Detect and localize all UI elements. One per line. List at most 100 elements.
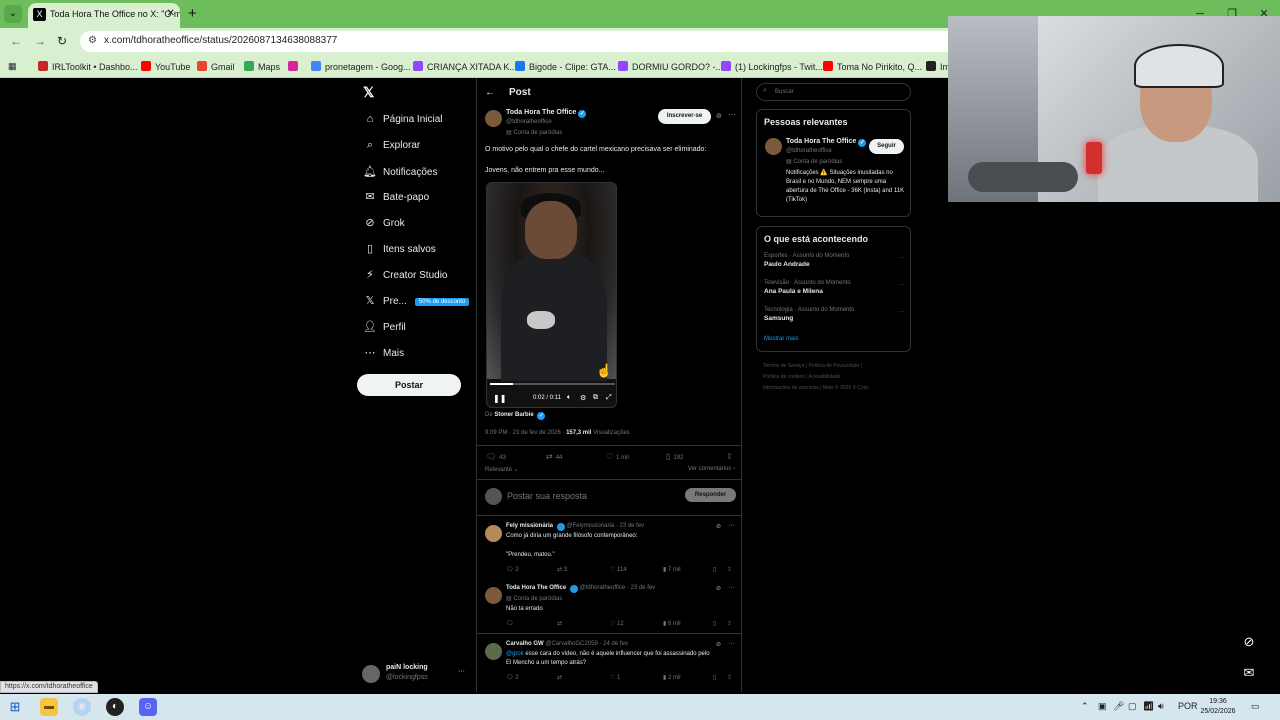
share-icon[interactable]: ⇪ bbox=[727, 674, 732, 681]
bookmark-icon[interactable]: ▯ bbox=[713, 674, 716, 681]
tab-search-icon[interactable]: ⌄ bbox=[4, 5, 22, 23]
fullscreen-icon[interactable]: ⤢ bbox=[606, 394, 612, 402]
like-action[interactable]: ♡ 1 bbox=[610, 674, 620, 681]
bookmark-icon[interactable]: ▯ bbox=[713, 566, 716, 573]
sort-dropdown[interactable]: Relevante ⌄ bbox=[485, 467, 519, 473]
notifications-icon[interactable]: ▭ bbox=[1251, 701, 1260, 712]
share-icon[interactable]: ⇪ bbox=[727, 620, 732, 627]
obs-icon[interactable]: ◐ bbox=[106, 698, 124, 716]
nav-chat[interactable]: ✉ Bate-papo bbox=[363, 190, 429, 210]
more-icon[interactable]: ··· bbox=[728, 522, 735, 529]
post-handle[interactable]: @tdhoratheoffice bbox=[506, 119, 552, 125]
share-icon[interactable]: ⇪ bbox=[726, 452, 736, 461]
reload-icon[interactable]: ↻ bbox=[57, 34, 67, 48]
bookmark-item[interactable]: DORMIU GORDO? -... bbox=[618, 61, 723, 72]
bookmark-action[interactable]: ▯ 192 bbox=[666, 452, 683, 461]
bookmark-item[interactable]: Im bbox=[926, 61, 950, 72]
new-tab-icon[interactable]: + bbox=[188, 5, 197, 22]
bookmark-item[interactable]: (1) Lockingfps - Twit... bbox=[721, 61, 823, 72]
nav-home[interactable]: ⌂ Página Inicial bbox=[363, 113, 443, 133]
back-icon[interactable]: ← bbox=[10, 34, 22, 48]
list-item[interactable]: Toda Hora The Office ✓ @tdhoratheoffice … bbox=[477, 582, 741, 634]
grok-icon[interactable]: ⊘ bbox=[716, 585, 721, 592]
see-quotes-link[interactable]: Ver comentários › bbox=[688, 466, 735, 472]
pip-icon[interactable]: ⧉ bbox=[593, 394, 598, 402]
trend-item[interactable]: Tecnologia · Assunto do Momento Samsung … bbox=[764, 307, 904, 322]
volume-icon[interactable]: 🔈︎ bbox=[567, 394, 571, 402]
browser-tab[interactable]: X Toda Hora The Office no X: "O m ✕ bbox=[28, 3, 180, 28]
language-indicator[interactable]: POR bbox=[1178, 701, 1198, 711]
bookmark-item[interactable]: IRLToolkit • Dashbo... bbox=[38, 61, 138, 72]
nav-grok[interactable]: ⊘ Grok bbox=[363, 216, 404, 236]
mic-icon[interactable]: 🎤︎ bbox=[1113, 701, 1124, 712]
reply-action[interactable]: 🗨︎ 2 bbox=[506, 566, 519, 573]
avatar[interactable] bbox=[485, 110, 502, 127]
mention-link[interactable]: @grok bbox=[506, 651, 524, 657]
bookmark-item[interactable]: YouTube bbox=[141, 61, 190, 72]
like-action[interactable]: ♡ 12 bbox=[610, 620, 624, 627]
views-action[interactable]: ▮ 7 mil bbox=[663, 566, 681, 573]
search-input[interactable]: ⌕ Buscar bbox=[756, 83, 911, 101]
views-action[interactable]: ▮ 6 mil bbox=[663, 620, 681, 627]
forward-icon[interactable]: → bbox=[34, 34, 46, 48]
close-tab-icon[interactable]: ✕ bbox=[167, 8, 175, 19]
chrome-icon[interactable]: ◉ bbox=[73, 698, 91, 716]
grok-icon[interactable]: ⊘ bbox=[716, 523, 721, 530]
footer-link[interactable]: Política de cookies bbox=[763, 374, 805, 380]
post-button[interactable]: Postar bbox=[357, 374, 461, 396]
nav-profile[interactable]: 👤︎ Perfil bbox=[363, 320, 406, 340]
list-item[interactable]: Fely missionária ✓ @Felymissionaria · 23… bbox=[477, 520, 741, 580]
grok-icon[interactable]: ⊘ bbox=[1238, 634, 1260, 656]
bookmark-item[interactable]: pronetagem - Goog... bbox=[311, 61, 411, 72]
repost-icon[interactable]: ⇄ bbox=[557, 674, 562, 681]
chevron-up-icon[interactable]: ⌃ bbox=[1081, 701, 1089, 712]
more-icon[interactable]: ··· bbox=[898, 282, 904, 288]
network-icon[interactable]: 📶︎ bbox=[1143, 701, 1154, 712]
reply-icon[interactable]: 🗨︎ bbox=[506, 620, 514, 627]
reply-action[interactable]: 🗨︎ 43 bbox=[486, 452, 506, 461]
site-info-icon[interactable]: ⚙ bbox=[88, 35, 97, 46]
like-action[interactable]: ♡ 114 bbox=[610, 566, 627, 573]
windows-start-icon[interactable]: ⊞ bbox=[6, 698, 24, 716]
tray-app-icon[interactable]: ▢ bbox=[1128, 701, 1137, 712]
more-icon[interactable]: ··· bbox=[728, 110, 736, 119]
footer-link[interactable]: Acessibilidade bbox=[809, 374, 841, 380]
settings-icon[interactable]: ⚙ bbox=[580, 394, 586, 402]
more-icon[interactable]: ··· bbox=[728, 640, 735, 647]
clock[interactable]: 19:36 25/02/2026 bbox=[1200, 697, 1236, 717]
trend-item[interactable]: Esportes · Assunto do Momento Paulo Andr… bbox=[764, 253, 904, 268]
video-progress-bar[interactable] bbox=[490, 383, 615, 385]
nav-premium[interactable]: 𝕏 Pre... 50% de desconto bbox=[363, 294, 470, 314]
footer-link[interactable]: Informações de anúncios bbox=[763, 385, 819, 391]
file-explorer-icon[interactable]: ▬ bbox=[40, 698, 58, 716]
bookmark-item[interactable]: Toma No Pirikito, Q... bbox=[823, 61, 922, 72]
nav-explore[interactable]: ⌕ Explorar bbox=[363, 139, 420, 159]
grok-icon[interactable]: ⊘ bbox=[716, 112, 722, 120]
footer-link[interactable]: Termos de Serviço bbox=[763, 363, 804, 369]
bookmark-item[interactable]: Gmail bbox=[197, 61, 235, 72]
footer-link[interactable]: Mais bbox=[823, 385, 834, 391]
x-logo-icon[interactable]: 𝕏 bbox=[363, 84, 374, 101]
bookmark-item[interactable]: CRIANÇA XITADA K... bbox=[413, 61, 517, 72]
bookmark-item[interactable]: Maps bbox=[244, 61, 280, 72]
relevant-person-name[interactable]: Toda Hora The Office ✓ bbox=[786, 138, 867, 147]
mail-icon[interactable]: ✉ bbox=[1238, 665, 1260, 687]
nav-creator-studio[interactable]: ⚡︎ Creator Studio bbox=[363, 268, 447, 288]
reply-button[interactable]: Responder bbox=[685, 488, 736, 502]
nav-bookmarks[interactable]: ▯ Itens salvos bbox=[363, 242, 436, 262]
discord-icon[interactable]: ☺ bbox=[139, 698, 157, 716]
post-author[interactable]: Toda Hora The Office ✓ bbox=[506, 109, 587, 118]
credit-author[interactable]: Stoner Barbie bbox=[494, 412, 533, 418]
apps-icon[interactable]: ▦ bbox=[8, 61, 17, 72]
repost-icon[interactable]: ⇄ bbox=[557, 620, 562, 627]
repost-action[interactable]: ⇄ 44 bbox=[546, 452, 562, 461]
avatar[interactable] bbox=[765, 138, 782, 155]
tray-app-icon[interactable]: ▣ bbox=[1098, 701, 1107, 712]
reply-input[interactable]: Postar sua resposta bbox=[507, 491, 587, 501]
subscribe-button[interactable]: Inscrever-se bbox=[658, 109, 711, 124]
grok-icon[interactable]: ⊘ bbox=[716, 641, 721, 648]
like-action[interactable]: ♡ 1 mil bbox=[606, 452, 629, 461]
repost-action[interactable]: ⇄ 3 bbox=[557, 566, 567, 573]
back-arrow-icon[interactable]: ← bbox=[485, 87, 495, 98]
avatar[interactable] bbox=[485, 525, 502, 542]
